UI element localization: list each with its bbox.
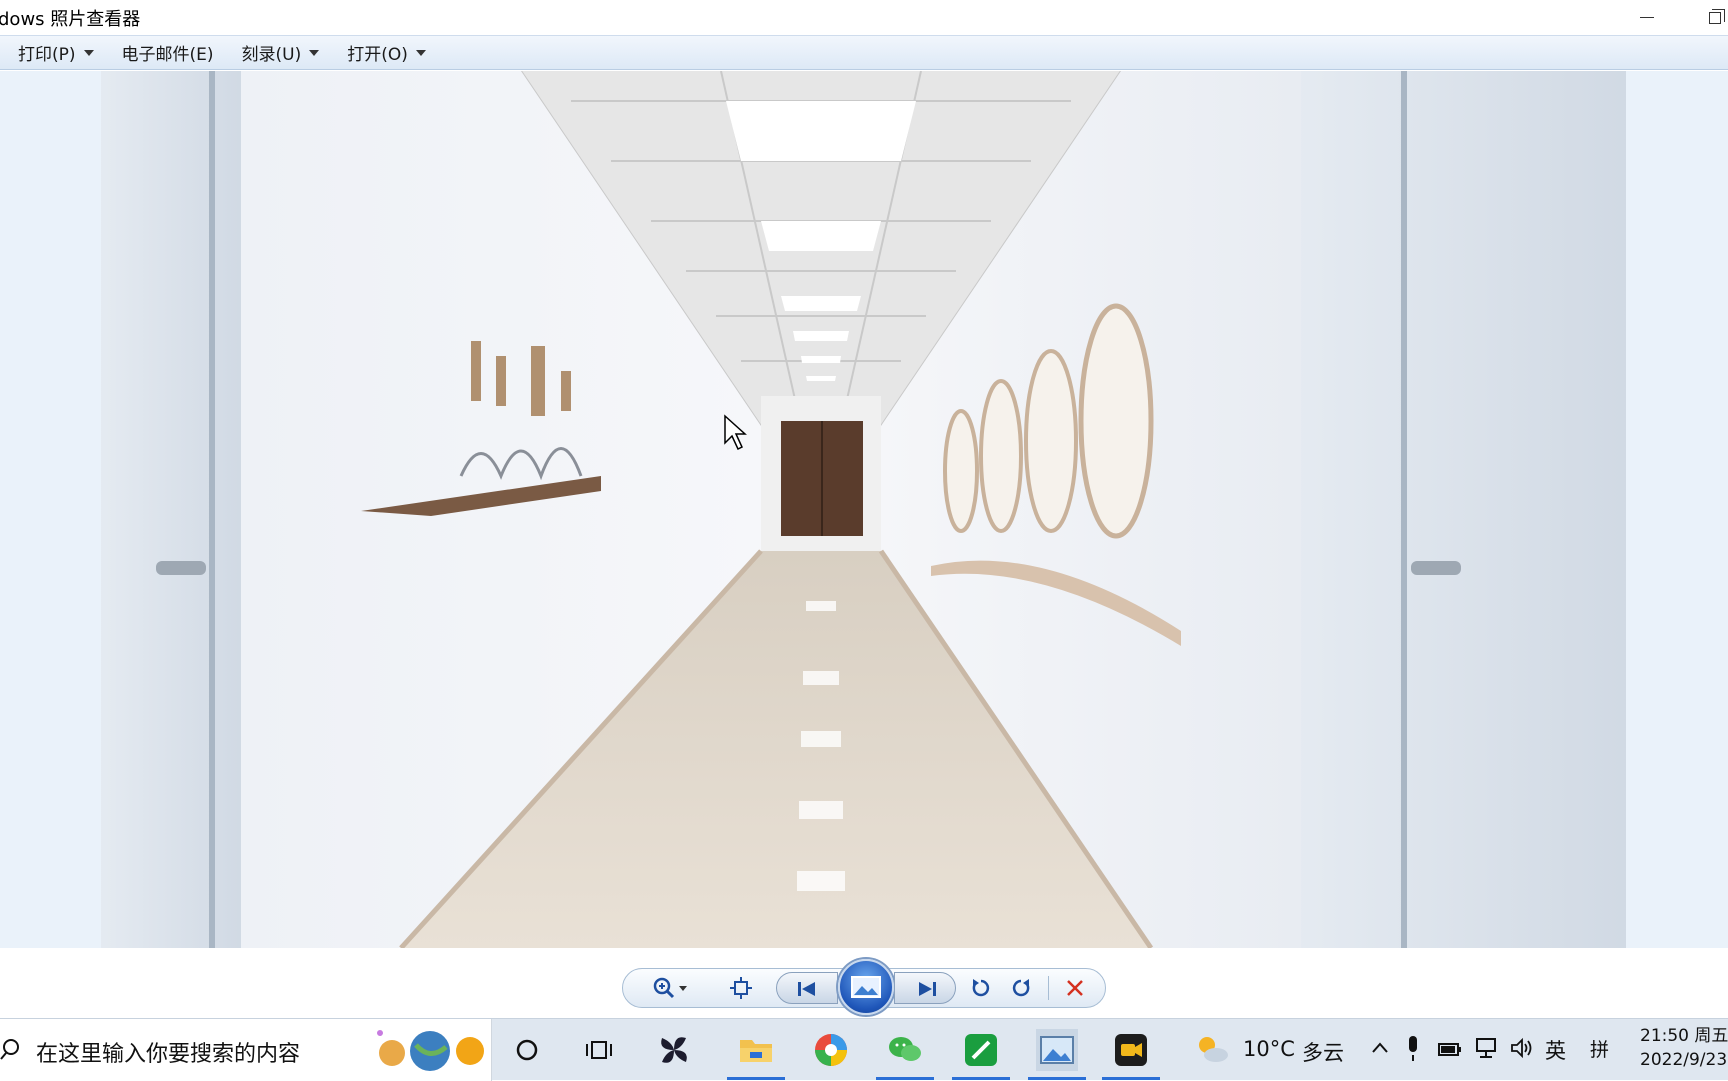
- menu-open[interactable]: 打开(O): [339, 38, 434, 68]
- file-explorer-button[interactable]: [727, 1029, 785, 1080]
- task-view-button[interactable]: [578, 1029, 620, 1071]
- chevron-down-icon: [415, 49, 426, 56]
- rotate-clockwise-icon: [1012, 979, 1030, 997]
- zoom-icon: [653, 977, 687, 999]
- system-clock[interactable]: 21:50 周五 2022/9/23: [1640, 1024, 1728, 1072]
- delete-button[interactable]: [1060, 970, 1090, 1006]
- rotate-counterclockwise-button[interactable]: [966, 970, 996, 1006]
- search-highlight-icon: [377, 1030, 484, 1071]
- corridor-photo-illustration: [101, 71, 1626, 948]
- ime-language[interactable]: 英: [1545, 1035, 1566, 1065]
- browser-button[interactable]: [810, 1029, 852, 1071]
- cortana-button[interactable]: [506, 1029, 548, 1071]
- displayed-photo[interactable]: [101, 71, 1626, 948]
- window-title: dows 照片查看器: [0, 8, 141, 30]
- menu-burn-label: 刻录(U): [241, 45, 302, 65]
- minimize-icon: [1640, 17, 1654, 18]
- weather-description: 多云: [1302, 1041, 1344, 1065]
- pinwheel-app-button[interactable]: [653, 1029, 695, 1071]
- menu-print-label: 打印(P): [18, 45, 76, 65]
- fit-window-button[interactable]: [726, 970, 756, 1006]
- menu-email[interactable]: 电子邮件(E): [114, 38, 222, 68]
- zoom-button[interactable]: [650, 970, 694, 1006]
- menu-bar: 打印(P) 电子邮件(E) 刻录(U) 打开(O): [0, 35, 1728, 70]
- task-view-icon: [586, 1041, 612, 1059]
- weather-temperature: 10°C: [1243, 1037, 1295, 1061]
- rotate-counterclockwise-icon: [972, 979, 990, 997]
- battery-icon[interactable]: [1438, 1039, 1462, 1059]
- menu-print[interactable]: 打印(P): [10, 38, 102, 68]
- search-icon: [0, 1039, 19, 1060]
- clock-time: 21:50 周五: [1640, 1026, 1728, 1046]
- wechat-button[interactable]: [876, 1029, 934, 1080]
- image-viewer-area[interactable]: [0, 71, 1728, 948]
- next-icon: [919, 982, 936, 996]
- menu-email-label: 电子邮件(E): [121, 45, 214, 65]
- slideshow-icon: [851, 976, 881, 998]
- previous-icon: [798, 982, 815, 996]
- taskbar: 在这里输入你要搜索的内容 10°C 多云 英 拼 21:50 周五 2022/9…: [0, 1018, 1728, 1081]
- minimize-button[interactable]: [1624, 0, 1670, 35]
- photo-viewer-button[interactable]: [1028, 1029, 1086, 1080]
- chevron-down-icon: [309, 49, 320, 56]
- rotate-clockwise-button[interactable]: [1006, 970, 1036, 1006]
- weather-cloudy-icon: [1199, 1037, 1228, 1062]
- wechat-icon: [889, 1037, 921, 1061]
- cortana-icon: [516, 1039, 538, 1061]
- photo-viewer-icon: [1040, 1036, 1074, 1064]
- title-bar: dows 照片查看器: [0, 0, 1728, 35]
- viewer-control-bar: [0, 948, 1728, 1018]
- pinwheel-app-icon: [661, 1037, 687, 1063]
- volume-icon[interactable]: [1510, 1037, 1534, 1059]
- menu-open-label: 打开(O): [347, 45, 408, 65]
- delete-icon: [1067, 980, 1083, 996]
- previous-button[interactable]: [776, 972, 838, 1004]
- next-button[interactable]: [894, 972, 956, 1004]
- chevron-down-icon: [83, 49, 94, 56]
- search-placeholder: 在这里输入你要搜索的内容: [36, 1042, 301, 1067]
- clock-date: 2022/9/23: [1640, 1050, 1728, 1070]
- green-app-icon: [965, 1034, 997, 1066]
- divider: [1048, 976, 1049, 1000]
- restore-button[interactable]: [1692, 0, 1728, 35]
- browser-icon: [815, 1034, 847, 1066]
- menu-burn[interactable]: 刻录(U): [234, 38, 328, 68]
- restore-icon: [1709, 8, 1725, 24]
- green-app-button[interactable]: [952, 1029, 1010, 1080]
- slideshow-button[interactable]: [838, 959, 894, 1015]
- microphone-icon[interactable]: [1406, 1035, 1420, 1063]
- taskbar-search-box[interactable]: 在这里输入你要搜索的内容: [0, 1019, 492, 1081]
- ime-mode[interactable]: 拼: [1590, 1035, 1609, 1062]
- file-explorer-icon: [740, 1040, 772, 1062]
- video-recorder-icon: [1115, 1034, 1147, 1066]
- video-recorder-button[interactable]: [1102, 1029, 1160, 1080]
- fit-window-icon: [730, 977, 752, 999]
- network-icon[interactable]: [1474, 1037, 1498, 1059]
- chevron-up-icon[interactable]: [1371, 1041, 1389, 1055]
